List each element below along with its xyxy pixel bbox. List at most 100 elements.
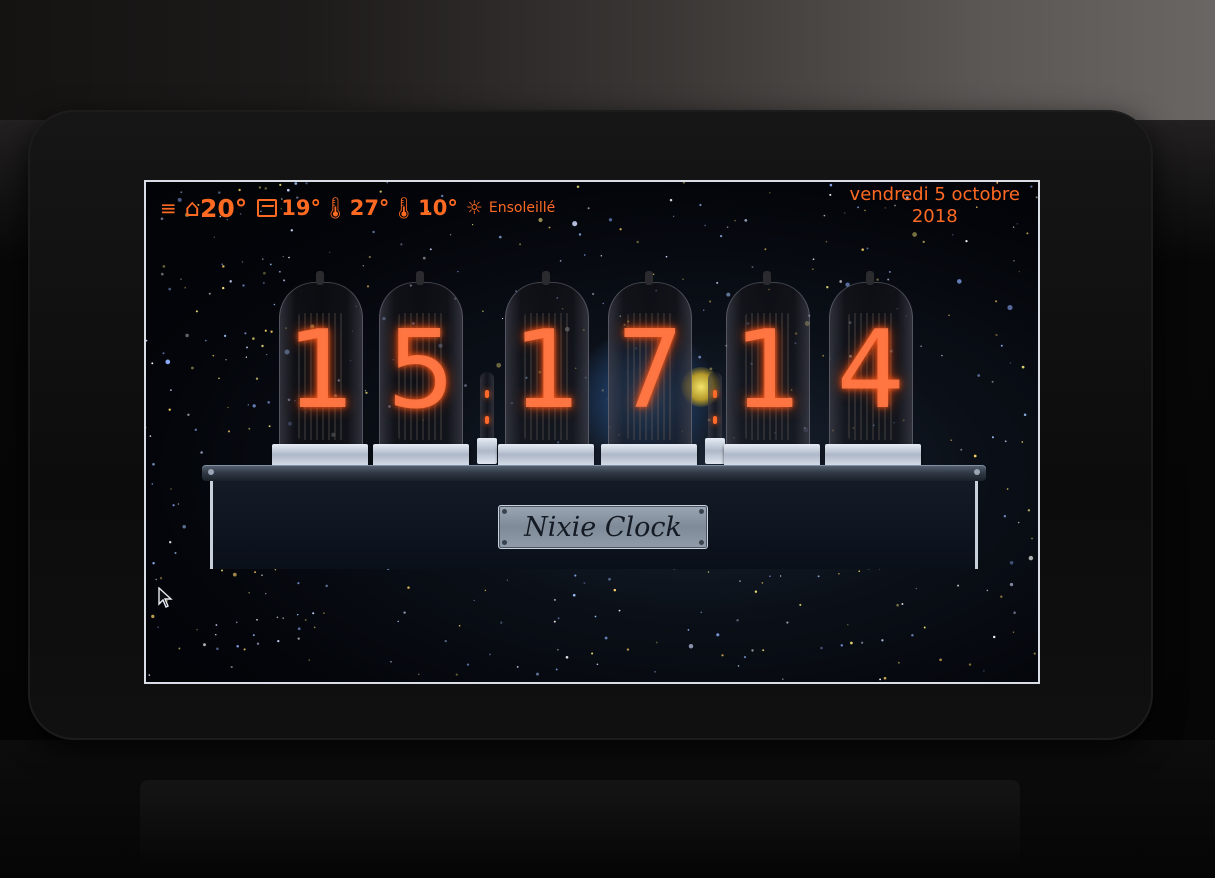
star	[372, 230, 375, 234]
star	[840, 644, 844, 647]
star	[995, 333, 998, 337]
star	[265, 593, 267, 595]
star	[901, 603, 904, 605]
star	[397, 620, 399, 623]
star	[618, 609, 621, 612]
star	[516, 665, 519, 668]
star	[699, 203, 702, 207]
star	[572, 221, 578, 227]
star	[948, 314, 950, 317]
star	[786, 621, 789, 624]
star	[325, 584, 328, 588]
star	[1012, 631, 1015, 634]
star	[574, 574, 577, 577]
star	[812, 268, 814, 270]
star	[422, 256, 426, 260]
star	[553, 598, 556, 601]
star	[1017, 521, 1020, 524]
star	[519, 243, 522, 246]
star	[290, 229, 294, 232]
star	[682, 278, 684, 280]
star	[1000, 595, 1003, 598]
menu-icon[interactable]: ≡	[160, 198, 177, 218]
star	[400, 243, 403, 246]
star	[506, 579, 509, 581]
star	[619, 228, 622, 231]
star	[473, 599, 475, 602]
weather-condition: Ensoleillé	[488, 200, 556, 216]
star	[177, 503, 180, 505]
star	[182, 524, 186, 529]
star	[823, 214, 826, 217]
star	[262, 258, 264, 260]
star	[719, 234, 723, 238]
star	[726, 226, 729, 229]
colon-separator-left	[480, 372, 494, 444]
star	[243, 648, 246, 651]
star	[263, 271, 266, 275]
star	[235, 621, 238, 624]
star	[169, 541, 172, 544]
star	[294, 182, 298, 185]
star	[1023, 413, 1027, 417]
star	[1009, 561, 1014, 565]
star	[498, 235, 502, 239]
star	[843, 212, 846, 214]
star	[956, 279, 962, 284]
star	[403, 611, 406, 614]
star	[960, 448, 963, 451]
star	[736, 619, 739, 622]
star	[254, 571, 256, 573]
star	[279, 270, 281, 273]
star	[221, 263, 223, 265]
star	[1018, 270, 1020, 273]
star	[769, 575, 771, 578]
star	[194, 428, 197, 431]
star	[591, 292, 595, 296]
indoor-temperature: 20°	[200, 193, 248, 223]
star	[626, 648, 630, 651]
star	[737, 665, 740, 667]
date-year: 2018	[911, 206, 958, 227]
star	[159, 577, 163, 580]
star	[248, 592, 250, 594]
name-plaque: Nixie Clock	[498, 505, 708, 549]
thermometer-high-icon: 🌡	[322, 195, 349, 220]
star	[1009, 582, 1014, 587]
star	[594, 615, 597, 618]
star	[1035, 196, 1038, 199]
star	[665, 255, 668, 258]
star	[252, 404, 256, 408]
star	[288, 256, 290, 259]
star	[222, 286, 225, 290]
nixie-tube-5: 1	[726, 271, 810, 459]
min-temperature: 10°	[418, 196, 458, 220]
star	[151, 614, 155, 619]
star	[743, 655, 747, 659]
star	[168, 287, 172, 291]
star	[744, 219, 748, 222]
star	[887, 278, 890, 281]
star	[313, 626, 316, 629]
star	[825, 240, 828, 243]
star	[866, 247, 869, 250]
star	[596, 663, 599, 666]
star	[829, 183, 833, 187]
star	[203, 643, 206, 647]
separator-base	[705, 438, 725, 464]
star	[672, 215, 675, 218]
clock-base-top	[202, 465, 986, 481]
nixie-tube-4: 7	[608, 271, 692, 459]
star	[557, 617, 560, 620]
star	[721, 654, 724, 657]
star	[951, 234, 954, 236]
star	[407, 586, 410, 589]
star	[227, 430, 231, 433]
star	[536, 672, 539, 676]
star	[481, 310, 484, 313]
star	[269, 263, 272, 266]
star	[716, 281, 719, 284]
star	[248, 427, 251, 430]
star	[704, 224, 706, 227]
star	[496, 362, 502, 368]
